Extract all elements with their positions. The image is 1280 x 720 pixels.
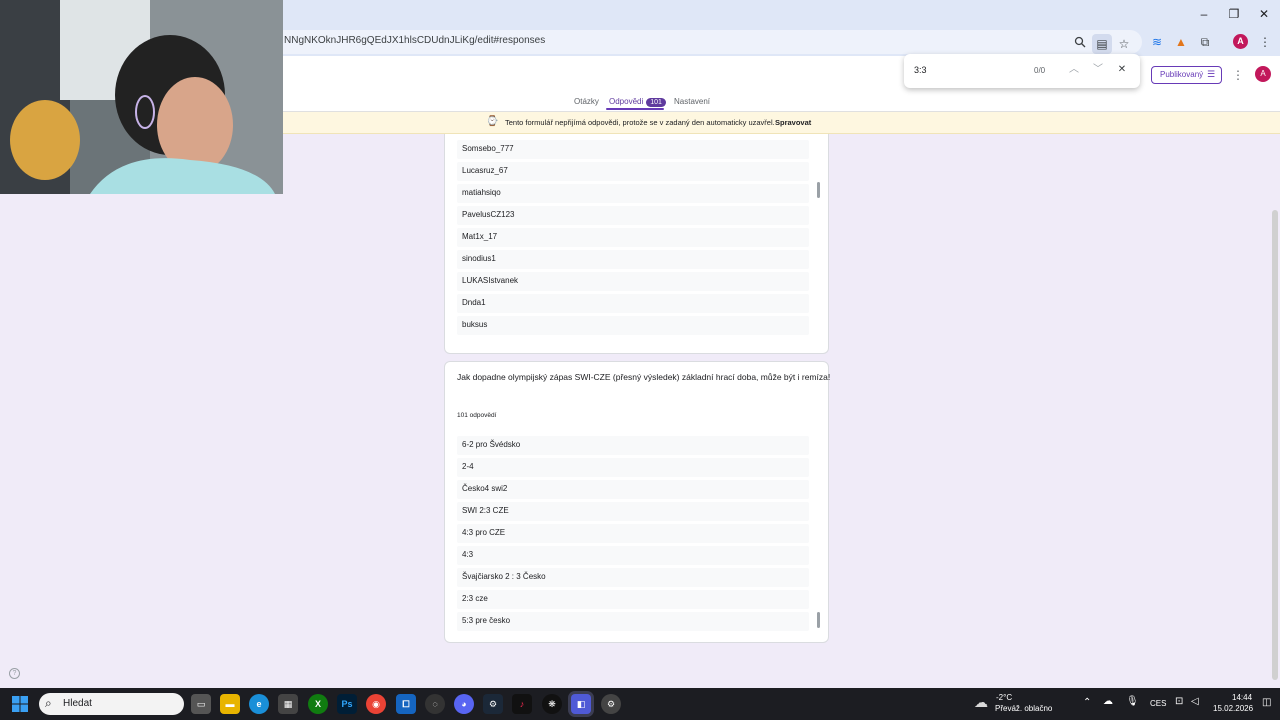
list-item: 6-2 pro Švédsko	[457, 436, 809, 455]
publish-button[interactable]: Publikovaný ☰	[1151, 66, 1222, 84]
responses-count-badge: 101	[646, 98, 666, 107]
windows-start-icon[interactable]	[12, 696, 28, 712]
tab-settings[interactable]: Nastavení	[674, 97, 710, 106]
more-options-icon[interactable]: ⋮	[1232, 68, 1244, 82]
list-item: SWI 2:3 CZE	[457, 502, 809, 521]
app-icon[interactable]: ◌	[425, 694, 445, 714]
app-icon[interactable]: ❋	[542, 694, 562, 714]
restore-button[interactable]: ❐	[1220, 4, 1248, 24]
account-avatar[interactable]: A	[1255, 66, 1271, 82]
list-item: 2-4	[457, 458, 809, 477]
list-item: Švajčiarsko 2 : 3 Česko	[457, 568, 809, 587]
list-item: PavelusCZ123	[457, 206, 809, 225]
manage-link[interactable]: Spravovat	[775, 118, 811, 127]
search-icon: ⌕	[45, 696, 52, 710]
zoom-icon[interactable]	[1070, 34, 1090, 54]
xbox-icon[interactable]: X	[308, 694, 328, 714]
tab-questions[interactable]: Otázky	[574, 97, 599, 106]
list-item: 4:3	[457, 546, 809, 565]
discord-icon[interactable]: ◕	[454, 694, 474, 714]
taskbar-search[interactable]: ⌕ Hledat	[39, 693, 184, 715]
list-item: LUKASIstvanek	[457, 272, 809, 291]
extensions-puzzle-icon[interactable]: ⧉	[1195, 32, 1215, 52]
list-item: Česko4 swi2	[457, 480, 809, 499]
find-bar: 3:3 0/0 ︿ ﹀ ✕	[904, 54, 1140, 88]
list-item: 2:3 cze	[457, 590, 809, 609]
list-item: 4:3 pro CZE	[457, 524, 809, 543]
response-count: 101 odpovědí	[457, 412, 497, 419]
windows-taskbar: ⌕ Hledat ▭ ▬ e ▦ X Ps ◉ ⧠ ◌ ◕ ⚙ ♪ ❋ ◧ ⚙ …	[0, 688, 1280, 720]
weather-temp: -2°C	[996, 693, 1013, 702]
tiktok-icon[interactable]: ♪	[512, 694, 532, 714]
find-input[interactable]: 3:3	[914, 65, 927, 75]
network-icon[interactable]: ⊡	[1175, 696, 1183, 707]
tray-expand-icon[interactable]: ⌃	[1083, 697, 1091, 708]
metamask-icon[interactable]: ▲	[1171, 32, 1191, 52]
list-scrollbar[interactable]	[817, 612, 820, 628]
webcam-overlay	[0, 0, 283, 194]
language-indicator[interactable]: CES	[1150, 699, 1166, 708]
sliders-icon: ☰	[1207, 69, 1216, 79]
edge-icon[interactable]: e	[249, 694, 269, 714]
profile-avatar[interactable]: A	[1233, 34, 1248, 49]
close-window-button[interactable]: ✕	[1250, 4, 1278, 24]
steam-icon[interactable]: ⚙	[483, 694, 503, 714]
settings-icon[interactable]: ⚙	[601, 694, 621, 714]
list-item: matiahsiqo	[457, 184, 809, 203]
app-icon[interactable]: ◧	[571, 694, 591, 714]
store-icon[interactable]: ▦	[278, 694, 298, 714]
question-title: Jak dopadne olympijský zápas SWI-CZE (př…	[457, 372, 831, 382]
active-tab-indicator	[606, 108, 664, 110]
app-icon[interactable]: ⧠	[396, 694, 416, 714]
question-card-2: Jak dopadne olympijský zápas SWI-CZE (př…	[444, 361, 831, 643]
browser-menu-icon[interactable]: ⋮	[1255, 32, 1275, 52]
photoshop-icon[interactable]: Ps	[337, 694, 357, 714]
list-item: 5:3 pre česko	[457, 612, 809, 631]
extension-layers-icon[interactable]: ≋	[1147, 32, 1167, 52]
volume-icon[interactable]: ◁	[1191, 696, 1199, 707]
file-explorer-icon[interactable]: ▬	[220, 694, 240, 714]
search-placeholder: Hledat	[63, 698, 92, 709]
list-item: Somsebo_777	[457, 140, 809, 159]
page-scrollbar[interactable]	[1272, 210, 1278, 680]
address-bar[interactable]: NNgNKOknJHR6gQEdJX1hlsCDUdnJLiKg/edit#re…	[270, 30, 1142, 54]
list-item: Dnda1	[457, 294, 809, 313]
bookmark-star-icon[interactable]: ☆	[1114, 34, 1134, 54]
publish-label: Publikovaný	[1160, 70, 1204, 79]
banner-text: Tento formulář nepřijímá odpovědi, proto…	[505, 118, 775, 127]
page-search-icon[interactable]: ▤	[1092, 34, 1112, 54]
clock-time[interactable]: 14:44	[1232, 693, 1252, 702]
microphone-icon[interactable]: 🎙	[1126, 696, 1139, 707]
clock-off-icon: ⌚	[486, 116, 499, 127]
tab-responses[interactable]: Odpovědi 101	[609, 97, 666, 107]
list-scrollbar[interactable]	[817, 182, 820, 198]
chrome-icon[interactable]: ◉	[366, 694, 386, 714]
onedrive-icon[interactable]: ☁	[1103, 696, 1113, 707]
list-item: buksus	[457, 316, 809, 335]
clock-date[interactable]: 15.02.2026	[1213, 704, 1253, 713]
list-item: Mat1x_17	[457, 228, 809, 247]
find-close-icon[interactable]: ✕	[1115, 63, 1129, 77]
find-previous-icon[interactable]: ︿	[1067, 63, 1081, 77]
tab-responses-label: Odpovědi	[609, 97, 644, 106]
question-card-1: Somsebo_777 Lucasruz_67 matiahsiqo Pavel…	[444, 134, 829, 354]
weather-desc: Převáž. oblačno	[995, 704, 1053, 713]
notifications-icon[interactable]: ◫	[1262, 697, 1271, 708]
find-match-count: 0/0	[1034, 66, 1046, 75]
task-view-icon[interactable]: ▭	[191, 694, 211, 714]
minimize-button[interactable]: –	[1190, 4, 1218, 24]
list-item: Lucasruz_67	[457, 162, 809, 181]
help-icon[interactable]: ?	[9, 668, 20, 679]
find-next-icon[interactable]: ﹀	[1091, 63, 1105, 77]
url-text: NNgNKOknJHR6gQEdJX1hlsCDUdnJLiKg/edit#re…	[284, 35, 546, 46]
list-item: sinodius1	[457, 250, 809, 269]
weather-icon: ☁	[974, 694, 988, 710]
